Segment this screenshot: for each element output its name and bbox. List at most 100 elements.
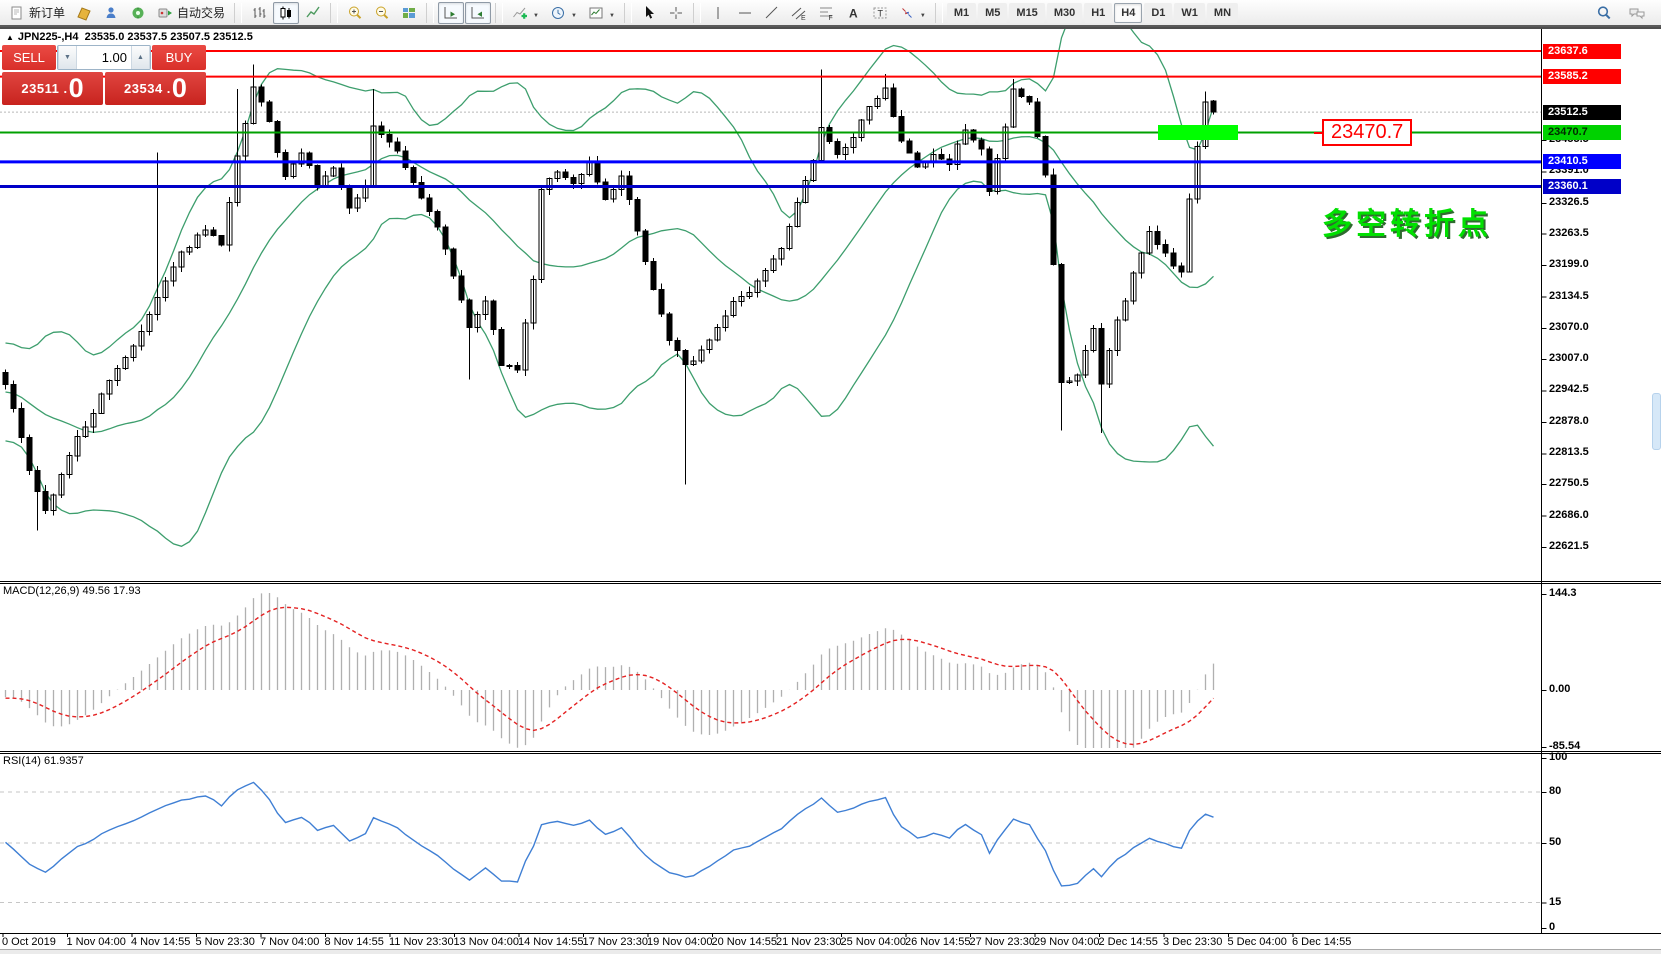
auto-scroll-icon [443,5,459,21]
fibonacci-button[interactable]: F [813,2,839,24]
buy-price-big-digit: 0 [172,75,187,102]
vertical-line-icon [710,5,726,21]
new-order-icon [9,5,25,21]
time-label: 26 Nov 14:55 [905,936,970,948]
channel-button[interactable]: E [786,2,812,24]
volume-stepper: ▼ ▲ [57,45,151,70]
bar-chart-button[interactable] [246,2,272,24]
chart-symbol-period: JPN225-,H4 [18,31,79,43]
price-badge: 23360.1 [1543,179,1621,194]
sell-price-button[interactable]: 23511 .0 [2,72,103,105]
trendline-button[interactable] [759,2,785,24]
price-badge: 23470.7 [1543,125,1621,140]
timeframe-button-m30[interactable]: M30 [1047,3,1082,23]
trendline-icon [764,5,780,21]
auto-scroll-button[interactable] [438,2,464,24]
window-bottom-edge [0,949,1661,954]
timeframe-button-h4[interactable]: H4 [1114,3,1142,23]
buy-price-main: 23534 . [124,81,171,96]
timeframe-button-m1[interactable]: M1 [947,3,976,23]
time-label: 25 Nov 04:00 [841,936,906,948]
periods-button[interactable] [545,2,582,24]
line-chart-icon [305,5,321,21]
rsi-axis-label: 15 [1549,896,1561,908]
sell-button[interactable]: SELL [2,45,56,70]
price-tick-label: 23134.5 [1549,290,1589,302]
horizontal-line-icon [737,5,753,21]
time-label: 29 Nov 04:00 [1034,936,1099,948]
indicators-button[interactable] [507,2,544,24]
timeframe-button-w1[interactable]: W1 [1174,3,1205,23]
text-label-button[interactable]: T [867,2,893,24]
timeframe-button-h1[interactable]: H1 [1084,3,1112,23]
timeframe-button-m15[interactable]: M15 [1009,3,1044,23]
sell-price-big-digit: 0 [69,75,84,102]
macd-axis-label: 144.3 [1549,587,1577,599]
volume-increase-button[interactable]: ▲ [131,46,150,69]
zoom-out-icon [374,5,390,21]
new-order-label: 新订单 [29,4,65,21]
search-button[interactable] [1591,2,1617,24]
tile-windows-icon [401,5,417,21]
timeframe-button-d1[interactable]: D1 [1144,3,1172,23]
timeframe-button-m5[interactable]: M5 [978,3,1007,23]
indicators-icon [512,5,528,21]
buy-price-button[interactable]: 23534 .0 [105,72,206,105]
price-tick-label: 23326.5 [1549,196,1589,208]
zoom-in-button[interactable] [342,2,368,24]
timeframe-button-mn[interactable]: MN [1207,3,1238,23]
autotrading-button[interactable]: 自动交易 [152,2,230,24]
signals-button[interactable] [125,2,151,24]
metaeditor-icon [76,5,92,21]
svg-text:E: E [801,15,806,21]
turning-point-annotation: 多空转折点 [1322,199,1492,243]
metaeditor-button[interactable] [71,2,97,24]
candlestick-chart-button[interactable] [273,2,299,24]
arrows-button[interactable] [894,2,931,24]
chart-ohlc-readout: 23535.0 23537.5 23507.5 23512.5 [85,31,253,43]
toolbar-separator [693,3,701,23]
template-icon [588,5,604,21]
chart-shift-icon [470,5,486,21]
chat-button[interactable] [1623,2,1651,24]
market-watch-button[interactable] [98,2,124,24]
rsi-indicator-label: RSI(14) 61.9357 [3,755,84,767]
text-button[interactable]: A [840,2,866,24]
timeframe-group: M1M5M15M30H1H4D1W1MN [947,3,1238,23]
time-label: 3 Dec 23:30 [1163,936,1222,948]
toolbar-separator [234,3,242,23]
tile-windows-button[interactable] [396,2,422,24]
volume-input[interactable] [77,46,131,69]
candlestick-chart-icon [278,5,294,21]
vertical-line-button[interactable] [705,2,731,24]
cursor-icon [641,5,657,21]
cursor-button[interactable] [636,2,662,24]
rsi-axis-label: 0 [1549,921,1555,933]
volume-decrease-button[interactable]: ▼ [58,46,77,69]
signals-icon [130,5,146,21]
time-label: 11 Nov 23:30 [389,936,454,948]
bar-chart-icon [251,5,267,21]
price-tick-label: 23199.0 [1549,258,1589,270]
price-tick-label: 22878.0 [1549,415,1589,427]
line-chart-button[interactable] [300,2,326,24]
new-order-button[interactable]: 新订单 [4,2,70,24]
time-label: 19 Nov 04:00 [647,936,712,948]
market-watch-icon [103,5,119,21]
svg-text:F: F [828,15,832,21]
templates-button[interactable] [583,2,620,24]
horizontal-line-button[interactable] [732,2,758,24]
equidistant-channel-icon: E [791,5,807,21]
time-label: 7 Nov 04:00 [260,936,319,948]
time-label: 5 Nov 23:30 [196,936,255,948]
buy-button[interactable]: BUY [152,45,206,70]
crosshair-button[interactable] [663,2,689,24]
price-tick-label: 23263.5 [1549,227,1589,239]
time-label: 14 Nov 14:55 [518,936,583,948]
zoom-out-button[interactable] [369,2,395,24]
chart-shift-button[interactable] [465,2,491,24]
toolbar-separator [426,3,434,23]
vertical-scrollbar-thumb[interactable] [1652,393,1661,450]
search-icon [1596,5,1612,21]
rsi-axis-label: 80 [1549,785,1561,797]
